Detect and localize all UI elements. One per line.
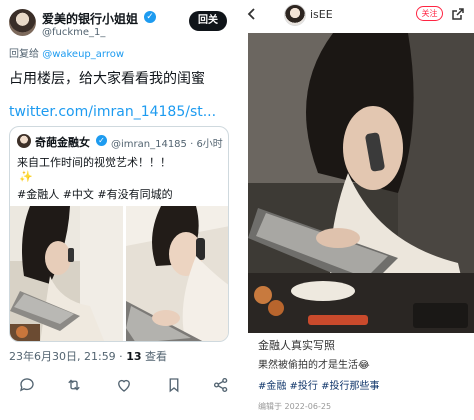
follow-button[interactable]: 关注	[416, 6, 443, 21]
tweet-timestamp: 23年6月30日, 21:59 · 13 查看	[9, 348, 167, 364]
timestamp-text[interactable]: 23年6月30日, 21:59 ·	[9, 350, 126, 363]
quoted-tweet[interactable]: 奇葩金融女 ✓ @imran_14185 · 6小时 来自工作时间的视觉艺术！！…	[9, 126, 229, 342]
quote-handle-time: @imran_14185 · 6小时	[111, 139, 223, 150]
post-hashtags[interactable]: #金融 #投行 #投行那些事	[258, 377, 380, 392]
follow-back-button[interactable]: 回关	[189, 11, 227, 31]
comment-icon[interactable]	[18, 376, 36, 394]
sparkle-emoji: ✨	[19, 170, 33, 183]
share-icon[interactable]	[451, 6, 465, 20]
quote-verified-badge-icon: ✓	[96, 135, 107, 146]
reply-handle-link[interactable]: @wakeup_arrow	[42, 49, 124, 60]
quote-avatar	[17, 134, 31, 148]
retweet-icon[interactable]	[65, 376, 83, 394]
quote-hashtags[interactable]: #金融人 #中文 #有没有同城的	[17, 186, 173, 202]
quote-text: 来自工作时间的视觉艺术！！！	[17, 156, 171, 169]
post-photo[interactable]	[248, 33, 474, 333]
xhs-post-panel: isEE 关注 金融人真实写照 果然被偷拍的才是生活😂 #金融 #投行 #投行那…	[238, 0, 474, 420]
tweet-text: 占用楼层，给大家看看我的闺蜜	[9, 71, 205, 87]
display-name[interactable]: 爱美的银行小姐姐	[42, 10, 138, 27]
bookmark-icon[interactable]	[165, 376, 183, 394]
views-count: 13	[126, 350, 142, 363]
tweet-actions-bar	[0, 372, 236, 398]
edit-date: 编辑于 2022-06-25	[258, 402, 332, 411]
author-avatar[interactable]	[284, 4, 306, 26]
tweet-panel: 爱美的银行小姐姐 ✓ @fuckme_1_ 回关 回复给 @wakeup_arr…	[0, 0, 236, 420]
user-handle[interactable]: @fuckme_1_	[42, 27, 105, 38]
author-name[interactable]: isEE	[310, 8, 333, 21]
heart-icon[interactable]	[115, 376, 133, 394]
back-chevron-icon[interactable]	[245, 6, 259, 20]
post-body: 果然被偷拍的才是生活😂	[258, 360, 370, 371]
quote-display-name: 奇葩金融女	[35, 136, 90, 149]
tweet-link[interactable]: twitter.com/imran_14185/st...	[9, 104, 216, 120]
reply-context: 回复给 @wakeup_arrow	[9, 45, 124, 60]
verified-badge-icon: ✓	[144, 11, 156, 23]
share-icon[interactable]	[212, 376, 230, 394]
reply-prefix: 回复给	[9, 49, 43, 60]
quote-photo-1[interactable]	[10, 206, 123, 342]
views-label: 查看	[141, 350, 167, 363]
post-title: 金融人真实写照	[258, 339, 335, 352]
avatar[interactable]	[9, 9, 36, 36]
quote-photo-2[interactable]	[126, 206, 229, 342]
